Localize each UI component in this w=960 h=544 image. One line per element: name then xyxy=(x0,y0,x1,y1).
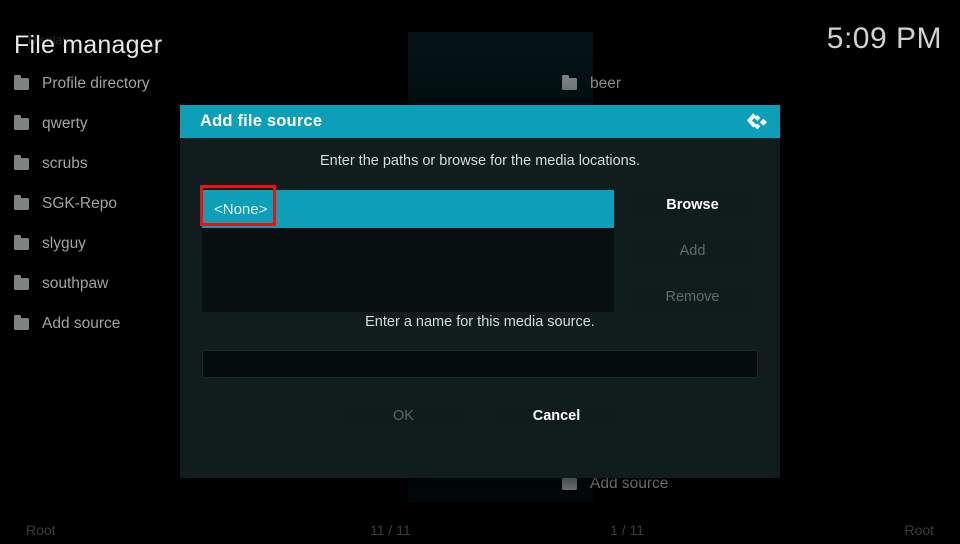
folder-icon xyxy=(562,475,577,490)
add-button[interactable]: Add xyxy=(627,236,758,266)
list-item-label: scrubs xyxy=(42,155,88,172)
dialog-titlebar: Add file source xyxy=(180,105,780,138)
path-entry-selected[interactable]: <None> xyxy=(202,190,614,228)
cancel-button[interactable]: Cancel xyxy=(491,401,622,431)
paths-hint-text: Enter the paths or browse for the media … xyxy=(320,153,640,169)
list-item[interactable]: beer xyxy=(548,64,960,104)
remove-button[interactable]: Remove xyxy=(627,282,758,312)
list-item-label: slyguy xyxy=(42,235,86,252)
status-right-path: Root xyxy=(904,522,934,538)
status-left-path: Root xyxy=(26,522,56,538)
folder-icon xyxy=(14,195,29,210)
path-entry-label: <None> xyxy=(214,200,268,218)
ok-button[interactable]: OK xyxy=(338,401,469,431)
list-item[interactable]: Profile directory xyxy=(0,64,400,104)
list-item-label: qwerty xyxy=(42,115,88,132)
dialog-body: Enter the paths or browse for the media … xyxy=(180,138,780,478)
list-item-label: southpaw xyxy=(42,275,109,292)
paths-listbox[interactable]: <None> xyxy=(202,190,614,312)
dialog-footer-buttons: OK Cancel xyxy=(180,401,780,431)
status-right-count: 1 / 11 xyxy=(610,522,644,538)
paths-area: <None> Browse Add Remove xyxy=(202,190,758,312)
path-action-buttons: Browse Add Remove xyxy=(627,190,758,328)
folder-icon xyxy=(14,155,29,170)
page-title: File manager xyxy=(14,31,163,59)
clock: 5:09 PM xyxy=(826,22,942,55)
list-item-label: beer xyxy=(590,75,622,92)
folder-icon xyxy=(14,235,29,250)
media-source-name-input[interactable] xyxy=(202,350,758,378)
dialog-title: Add file source xyxy=(200,112,323,130)
kodi-logo-icon xyxy=(746,109,772,135)
add-file-source-dialog: Add file source Enter the paths or brows… xyxy=(180,105,780,478)
folder-icon xyxy=(14,115,29,130)
folder-icon xyxy=(14,315,29,330)
list-item-label: Profile directory xyxy=(42,75,150,92)
folder-icon xyxy=(562,75,577,90)
folder-icon xyxy=(14,75,29,90)
status-bar: Root 11 / 11 1 / 11 Root xyxy=(0,522,960,544)
list-item-label: Add source xyxy=(42,315,121,332)
status-left-count: 11 / 11 xyxy=(370,522,411,538)
folder-icon xyxy=(14,275,29,290)
list-item-label: SGK-Repo xyxy=(42,195,117,212)
browse-button[interactable]: Browse xyxy=(627,190,758,220)
name-hint-text: Enter a name for this media source. xyxy=(365,314,595,330)
